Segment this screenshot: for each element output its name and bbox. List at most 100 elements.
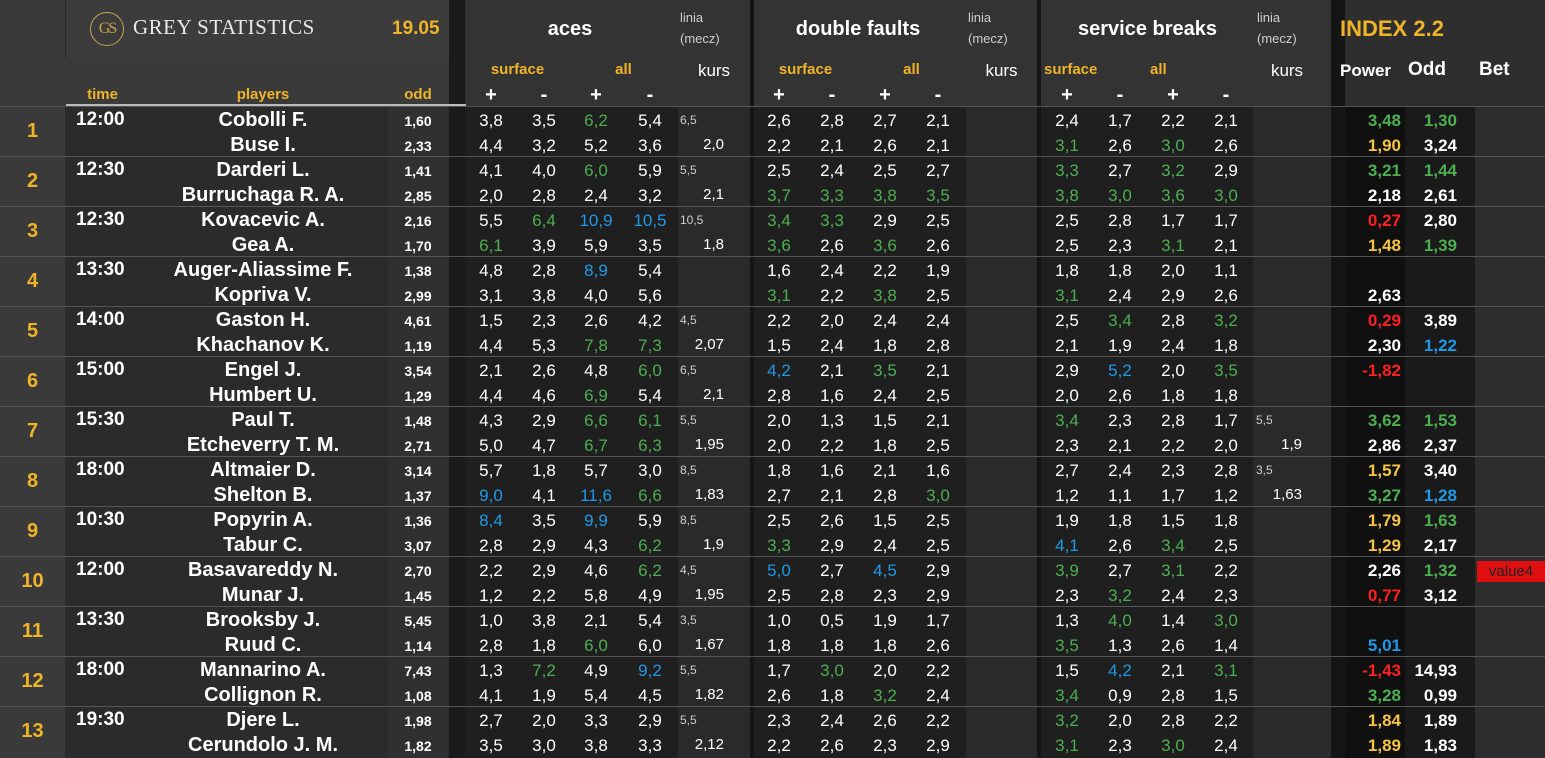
player-name[interactable]: Engel J. [140, 359, 386, 382]
player-name[interactable]: Kovacevic A. [140, 209, 386, 232]
aces-value: 4,2 [638, 311, 662, 330]
df-value: 2,6 [820, 511, 844, 530]
sb-value: 2,9 [1214, 161, 1238, 180]
player-name[interactable]: Collignon R. [140, 684, 386, 707]
power-value: 2,86 [1367, 436, 1401, 455]
aces-line: 8,5 [680, 513, 697, 527]
sb-value: 2,3 [1161, 461, 1185, 480]
sb-value: 2,3 [1108, 236, 1132, 255]
aces-value: 3,5 [479, 736, 503, 755]
aces-value: 1,2 [479, 586, 503, 605]
player-name[interactable]: Khachanov K. [140, 334, 386, 357]
player-name[interactable]: Basavareddy N. [140, 559, 386, 582]
player-name[interactable]: Etcheverry T. M. [140, 434, 386, 457]
df-value: 4,2 [767, 361, 791, 380]
player-name[interactable]: Gaston H. [140, 309, 386, 332]
sb-value: 2,3 [1108, 736, 1132, 755]
sb-value: 1,8 [1161, 386, 1185, 405]
sb-value: 1,5 [1055, 661, 1079, 680]
player-name[interactable]: Popyrin A. [140, 509, 386, 532]
player-name[interactable]: Altmaier D. [140, 459, 386, 482]
player-odd: 4,61 [404, 313, 432, 329]
gap-3 [1037, 0, 1041, 758]
aces-value: 4,3 [479, 411, 503, 430]
aces-value: 9,9 [584, 511, 608, 530]
minus-header: - [934, 84, 942, 106]
sb-value: 1,1 [1108, 486, 1132, 505]
sb-value: 1,2 [1214, 486, 1238, 505]
index-odd-value: 3,24 [1423, 136, 1457, 155]
df-value: 2,1 [873, 461, 897, 480]
player-name[interactable]: Humbert U. [140, 384, 386, 407]
df-value: 2,6 [873, 136, 897, 155]
df-value: 2,4 [926, 311, 950, 330]
power-value: 0,29 [1367, 311, 1401, 330]
player-name[interactable]: Djere L. [140, 709, 386, 732]
sb-kurs: 1,9 [1281, 436, 1302, 453]
aces-value: 2,2 [532, 586, 556, 605]
aces-kurs: 1,67 [694, 636, 724, 653]
sb-value: 2,4 [1161, 336, 1185, 355]
player-name[interactable]: Kopriva V. [140, 284, 386, 307]
match-time: 18:00 [76, 459, 125, 480]
index-odd-value: 1,53 [1423, 411, 1457, 430]
sb-value: 1,5 [1214, 686, 1238, 705]
player-name[interactable]: Cobolli F. [140, 109, 386, 132]
row-divider [0, 406, 1545, 407]
index-odd-value: 14,93 [1414, 661, 1457, 680]
aces-line: 5,5 [680, 163, 697, 177]
sb-value: 2,6 [1108, 386, 1132, 405]
player-name[interactable]: Brooksby J. [140, 609, 386, 632]
player-name[interactable]: Shelton B. [140, 484, 386, 507]
player-odd: 1,70 [404, 238, 432, 254]
aces-value: 5,0 [479, 436, 503, 455]
player-odd: 1,98 [404, 713, 432, 729]
index-odd-value: 1,83 [1423, 736, 1457, 755]
minus-header: - [828, 84, 836, 106]
aces-value: 5,4 [584, 686, 608, 705]
df-value: 1,8 [873, 336, 897, 355]
index-odd-value: 1,22 [1423, 336, 1457, 355]
player-name[interactable]: Gea A. [140, 234, 386, 257]
player-name[interactable]: Paul T. [140, 409, 386, 432]
sb-value: 2,2 [1214, 561, 1238, 580]
player-name[interactable]: Ruud C. [140, 634, 386, 657]
power-value: 1,29 [1367, 536, 1401, 555]
minus-header: - [646, 84, 654, 106]
df-value: 2,5 [926, 511, 950, 530]
sb-value: 2,8 [1161, 311, 1185, 330]
player-odd: 1,38 [404, 263, 432, 279]
aces-line: 3,5 [680, 613, 697, 627]
df-value: 1,3 [820, 411, 844, 430]
aces-value: 2,7 [479, 711, 503, 730]
player-name[interactable]: Darderi L. [140, 159, 386, 182]
player-name[interactable]: Buse I. [140, 134, 386, 157]
aces-value: 6,2 [584, 111, 608, 130]
player-name[interactable]: Auger-Aliassime F. [140, 259, 386, 282]
aces-value: 4,4 [479, 136, 503, 155]
match-number: 9 [26, 520, 39, 542]
sb-value: 3,1 [1214, 661, 1238, 680]
df-value: 2,1 [926, 361, 950, 380]
bet-badge[interactable]: value4 [1477, 561, 1545, 582]
df-value: 2,4 [926, 686, 950, 705]
aces-value: 3,8 [532, 286, 556, 305]
player-name[interactable]: Burruchaga R. A. [140, 184, 386, 207]
aces-value: 1,8 [532, 461, 556, 480]
match-time: 15:00 [76, 359, 125, 380]
aces-value: 3,2 [638, 186, 662, 205]
player-name[interactable]: Mannarino A. [140, 659, 386, 682]
player-name[interactable]: Munar J. [140, 584, 386, 607]
sb-value: 3,8 [1055, 186, 1079, 205]
aces-value: 2,8 [479, 536, 503, 555]
df-value: 3,2 [873, 686, 897, 705]
aces-line: 5,5 [680, 713, 697, 727]
player-name[interactable]: Tabur C. [140, 534, 386, 557]
df-value: 2,1 [926, 111, 950, 130]
player-name[interactable]: Cerundolo J. M. [140, 734, 386, 757]
sb-value: 2,6 [1108, 136, 1132, 155]
aces-value: 4,6 [532, 386, 556, 405]
player-odd: 1,08 [404, 688, 432, 704]
aces-value: 4,1 [479, 686, 503, 705]
sb-value: 2,6 [1108, 536, 1132, 555]
